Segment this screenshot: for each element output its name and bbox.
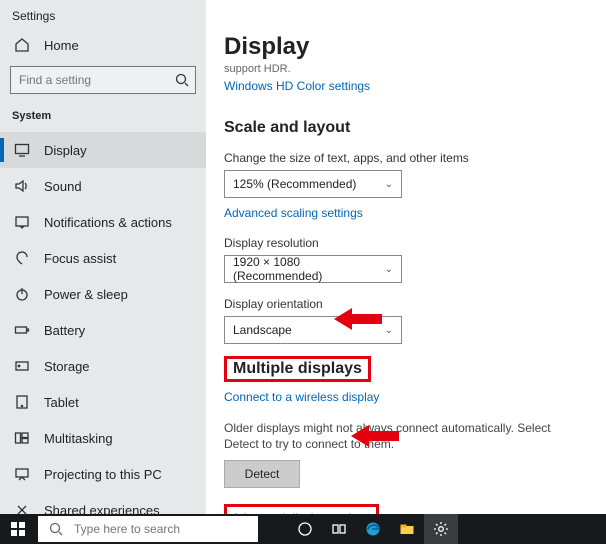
orientation-label: Display orientation bbox=[224, 297, 588, 311]
home-label: Home bbox=[44, 38, 79, 53]
search-icon bbox=[174, 72, 190, 88]
sidebar-item-battery[interactable]: Battery bbox=[0, 312, 206, 348]
sidebar-item-tablet[interactable]: Tablet bbox=[0, 384, 206, 420]
advanced-display-highlight: Advanced display settings bbox=[224, 504, 379, 514]
sidebar-item-label: Battery bbox=[44, 323, 85, 338]
sidebar-item-power[interactable]: Power & sleep bbox=[0, 276, 206, 312]
multiple-displays-heading: Multiple displays bbox=[233, 360, 362, 377]
resolution-select[interactable]: 1920 × 1080 (Recommended)⌄ bbox=[224, 255, 402, 283]
tablet-icon bbox=[14, 394, 30, 410]
app-title: Settings bbox=[0, 7, 206, 31]
older-displays-note: Older displays might not always connect … bbox=[224, 420, 588, 452]
taskbar-search[interactable] bbox=[38, 516, 258, 542]
wireless-display-link[interactable]: Connect to a wireless display bbox=[224, 390, 379, 404]
edge-icon[interactable] bbox=[356, 514, 390, 544]
sidebar-item-projecting[interactable]: Projecting to this PC bbox=[0, 456, 206, 492]
sidebar-item-label: Storage bbox=[44, 359, 90, 374]
sidebar-item-label: Projecting to this PC bbox=[44, 467, 162, 482]
orientation-value: Landscape bbox=[233, 323, 292, 337]
task-view-icon[interactable] bbox=[322, 514, 356, 544]
storage-icon bbox=[14, 358, 30, 374]
search-icon bbox=[48, 521, 64, 537]
sidebar: Settings Home System Display Sound Notif… bbox=[0, 0, 206, 514]
chevron-down-icon: ⌄ bbox=[385, 264, 393, 275]
resolution-value: 1920 × 1080 (Recommended) bbox=[233, 255, 385, 283]
sidebar-item-label: Tablet bbox=[44, 395, 79, 410]
display-icon bbox=[14, 142, 30, 158]
sidebar-item-storage[interactable]: Storage bbox=[0, 348, 206, 384]
scale-value: 125% (Recommended) bbox=[233, 177, 356, 191]
page-title: Display bbox=[224, 33, 588, 61]
home-icon bbox=[14, 37, 30, 53]
sidebar-item-label: Sound bbox=[44, 179, 82, 194]
multiple-displays-highlight: Multiple displays bbox=[224, 356, 371, 382]
multitask-icon bbox=[14, 430, 30, 446]
sidebar-item-label: Focus assist bbox=[44, 251, 116, 266]
scale-heading: Scale and layout bbox=[224, 119, 588, 137]
sidebar-item-sound[interactable]: Sound bbox=[0, 168, 206, 204]
sidebar-item-notifications[interactable]: Notifications & actions bbox=[0, 204, 206, 240]
sidebar-item-multitasking[interactable]: Multitasking bbox=[0, 420, 206, 456]
resolution-label: Display resolution bbox=[224, 236, 588, 250]
sidebar-item-label: Power & sleep bbox=[44, 287, 128, 302]
project-icon bbox=[14, 466, 30, 482]
focus-icon bbox=[14, 250, 30, 266]
sidebar-item-focus[interactable]: Focus assist bbox=[0, 240, 206, 276]
detect-button[interactable]: Detect bbox=[224, 460, 300, 488]
sidebar-list: Display Sound Notifications & actions Fo… bbox=[0, 132, 206, 514]
hdr-color-link[interactable]: Windows HD Color settings bbox=[224, 79, 370, 93]
section-label: System bbox=[0, 104, 206, 132]
battery-icon bbox=[14, 322, 30, 338]
hdr-subtext: support HDR. bbox=[224, 63, 588, 75]
settings-icon[interactable] bbox=[424, 514, 458, 544]
search-field[interactable] bbox=[19, 73, 174, 87]
explorer-icon[interactable] bbox=[390, 514, 424, 544]
sidebar-item-label: Shared experiences bbox=[44, 503, 160, 515]
annotation-arrow-icon bbox=[351, 423, 399, 449]
taskbar-search-field[interactable] bbox=[74, 522, 248, 536]
sidebar-item-label: Multitasking bbox=[44, 431, 113, 446]
sound-icon bbox=[14, 178, 30, 194]
sidebar-item-label: Notifications & actions bbox=[44, 215, 172, 230]
start-button[interactable] bbox=[0, 514, 36, 544]
annotation-arrow-icon bbox=[334, 306, 382, 332]
chevron-down-icon: ⌄ bbox=[385, 179, 393, 190]
notifications-icon bbox=[14, 214, 30, 230]
search-input[interactable] bbox=[10, 66, 196, 94]
sidebar-item-label: Display bbox=[44, 143, 87, 158]
sidebar-item-shared[interactable]: Shared experiences bbox=[0, 492, 206, 514]
content-pane: Display support HDR. Windows HD Color se… bbox=[206, 0, 606, 514]
advanced-scaling-link[interactable]: Advanced scaling settings bbox=[224, 206, 363, 220]
chevron-down-icon: ⌄ bbox=[385, 325, 393, 336]
home-button[interactable]: Home bbox=[0, 31, 206, 59]
scale-label: Change the size of text, apps, and other… bbox=[224, 151, 588, 165]
scale-select[interactable]: 125% (Recommended) ⌄ bbox=[224, 170, 402, 198]
power-icon bbox=[14, 286, 30, 302]
cortana-icon[interactable] bbox=[288, 514, 322, 544]
sidebar-item-display[interactable]: Display bbox=[0, 132, 206, 168]
taskbar bbox=[0, 514, 606, 544]
shared-icon bbox=[14, 502, 30, 514]
